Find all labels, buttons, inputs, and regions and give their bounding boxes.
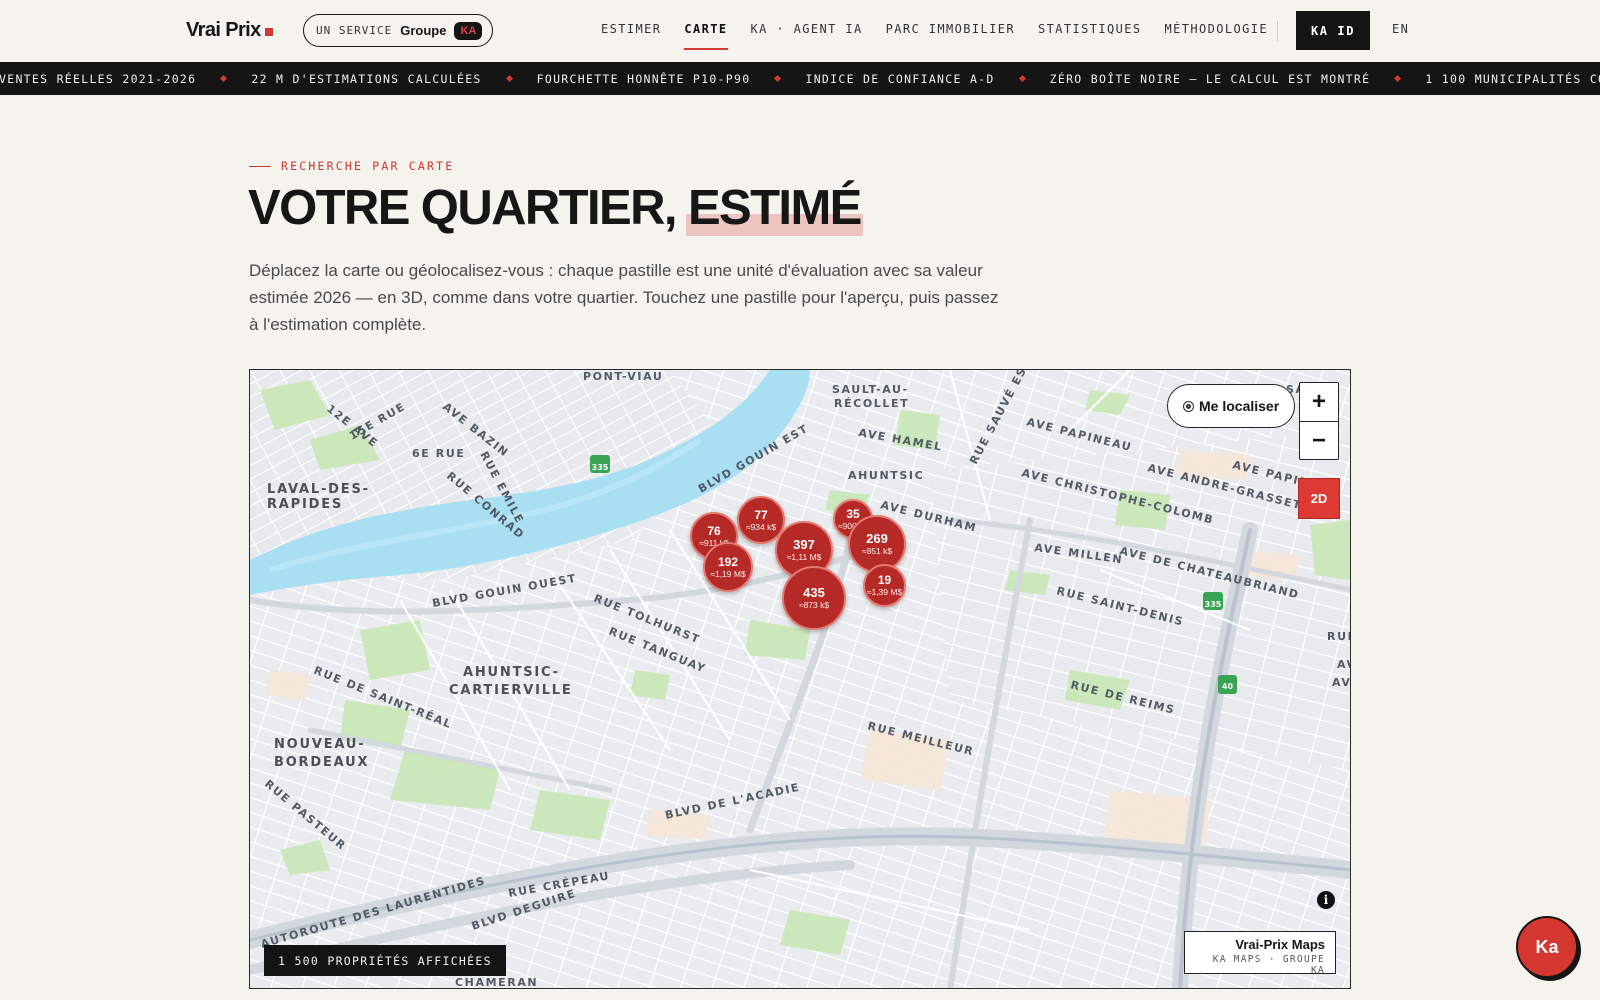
section-eyebrow: RECHERCHE PAR CARTE: [249, 159, 454, 173]
ticker-diamond-icon: [1394, 74, 1402, 83]
eyebrow-line: [249, 165, 271, 167]
locate-label: Me localiser: [1199, 398, 1280, 414]
ticker-diamond-icon: [505, 74, 513, 83]
ticker-item: 22 M D'ESTIMATIONS CALCULÉES: [251, 71, 482, 86]
service-badge[interactable]: UN SERVICE Groupe KA: [303, 14, 494, 47]
map-cluster[interactable]: 192 ≈1,19 M$: [703, 542, 753, 592]
ticker-item: INDICE DE CONFIANCE A-D: [805, 71, 995, 86]
svg-text:AV: AV: [1337, 658, 1351, 671]
attribution-title: Vrai-Prix Maps: [1235, 937, 1325, 952]
title-highlight: ESTIMÉ: [685, 181, 863, 236]
svg-text:40: 40: [1222, 682, 1234, 691]
nav-divider: [1277, 21, 1278, 41]
svg-text:LAVAL-DES-: LAVAL-DES-: [267, 482, 370, 497]
nav-parc-immobilier[interactable]: PARC IMMOBILIER: [886, 22, 1015, 50]
service-label: UN SERVICE: [316, 24, 393, 37]
svg-text:AHUNTSIC-: AHUNTSIC-: [463, 665, 560, 680]
svg-text:AHUNTSIC: AHUNTSIC: [848, 469, 924, 482]
map-canvas[interactable]: PONT-VIAU 12E AVE 15E RUE AVE BAZIN 6E R…: [249, 369, 1351, 989]
page-description: Déplacez la carte ou géolocalisez-vous :…: [249, 261, 999, 334]
svg-text:RAPIDES: RAPIDES: [267, 497, 343, 512]
nav-carte[interactable]: CARTE: [684, 22, 728, 50]
eyebrow-text: RECHERCHE PAR CARTE: [281, 159, 455, 173]
nav-statistiques[interactable]: STATISTIQUES: [1038, 22, 1142, 50]
nav-estimer[interactable]: ESTIMER: [601, 22, 661, 50]
attribution-subtitle: KA MAPS · GROUPE KA: [1212, 954, 1325, 976]
ka-assistant-button[interactable]: Ka: [1516, 916, 1578, 978]
locate-target-icon: [1183, 400, 1194, 412]
site-header: Vrai Prix UN SERVICE Groupe KA ESTIMER C…: [0, 0, 1600, 62]
info-icon[interactable]: i: [1317, 891, 1335, 909]
title-start: VOTRE QUARTIER,: [248, 181, 678, 235]
main-nav: ESTIMER CARTE KA · AGENT IA PARC IMMOBIL…: [601, 22, 1268, 50]
language-toggle[interactable]: EN: [1392, 22, 1409, 36]
svg-text:PONT-VIAU: PONT-VIAU: [583, 370, 663, 383]
svg-text:NOUVEAU-: NOUVEAU-: [274, 737, 365, 752]
ka-badge: KA: [454, 21, 483, 40]
page-title: VOTRE QUARTIER, ESTIMÉ: [248, 181, 863, 236]
ticker-item: 1 100 MUNICIPALITÉS COUVE: [1425, 71, 1600, 86]
svg-text:RUE: RUE: [1327, 630, 1351, 643]
properties-count-badge: 1 500 PROPRIÉTÉS AFFICHÉES: [264, 945, 506, 976]
svg-text:6E RUE: 6E RUE: [412, 447, 466, 460]
svg-text:SAULT-AU-: SAULT-AU-: [832, 383, 909, 396]
service-group: Groupe: [400, 23, 447, 38]
ticker-diamond-icon: [220, 74, 228, 83]
locate-me-button[interactable]: Me localiser: [1167, 384, 1296, 428]
logo-square-icon: [264, 28, 273, 36]
view-mode-toggle[interactable]: 2D: [1298, 478, 1340, 519]
svg-text:BORDEAUX: BORDEAUX: [274, 755, 369, 770]
svg-text:RÉCOLLET: RÉCOLLET: [834, 397, 909, 410]
map-attribution: Vrai-Prix Maps KA MAPS · GROUPE KA: [1184, 931, 1336, 976]
nav-agent-ia[interactable]: KA · AGENT IA: [751, 22, 863, 50]
ticker-item: VENTES RÉELLES 2021-2026: [0, 71, 197, 86]
map-cluster[interactable]: 19 ≈1,39 M$: [863, 564, 906, 607]
zoom-in-button[interactable]: +: [1300, 383, 1338, 421]
zoom-control: + −: [1299, 382, 1339, 460]
nav-methodologie[interactable]: MÉTHODOLOGIE: [1165, 22, 1269, 50]
ka-id-button[interactable]: KA ID: [1296, 11, 1370, 50]
svg-text:AVE: AVE: [1332, 676, 1351, 689]
svg-text:CHAMERAN: CHAMERAN: [455, 976, 538, 989]
ticker-item: FOURCHETTE HONNÊTE P10-P90: [536, 71, 751, 86]
ticker-diamond-icon: [1018, 74, 1026, 83]
ticker-item: ZÉRO BOÎTE NOIRE — LE CALCUL EST MONTRÉ: [1049, 71, 1371, 86]
zoom-out-button[interactable]: −: [1300, 421, 1338, 459]
ticker-bar: VENTES RÉELLES 2021-2026 22 M D'ESTIMATI…: [0, 62, 1600, 95]
map-basemap[interactable]: PONT-VIAU 12E AVE 15E RUE AVE BAZIN 6E R…: [250, 370, 1351, 989]
svg-text:335: 335: [1205, 600, 1222, 609]
svg-text:CARTIERVILLE: CARTIERVILLE: [449, 683, 573, 698]
ticker-diamond-icon: [774, 74, 782, 83]
logo[interactable]: Vrai Prix: [186, 19, 273, 42]
svg-text:335: 335: [592, 463, 609, 472]
map-cluster[interactable]: 435 ≈873 k$: [782, 566, 846, 630]
